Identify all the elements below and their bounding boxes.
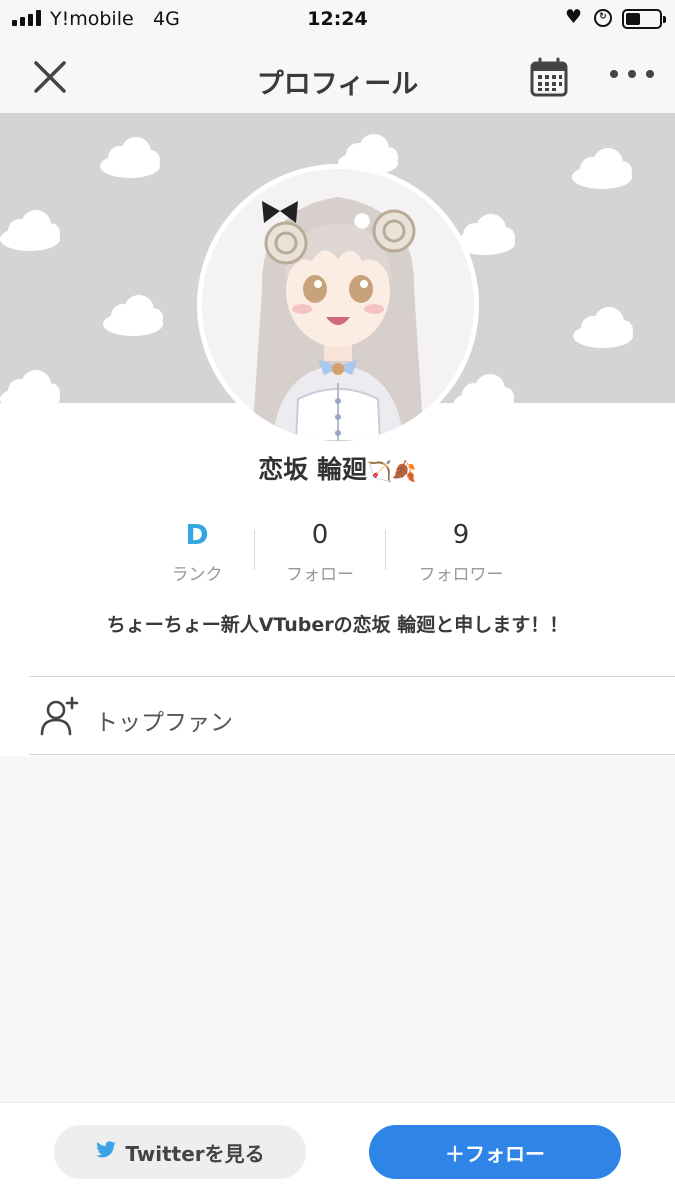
avatar[interactable] bbox=[197, 164, 479, 446]
add-user-icon bbox=[38, 696, 80, 738]
network-type: 4G bbox=[153, 8, 180, 30]
followers-stat[interactable]: 9 フォロワー bbox=[391, 518, 531, 585]
rank-value: D bbox=[185, 518, 209, 551]
avatar-illustration bbox=[202, 169, 474, 441]
status-bar: Y!mobile 4G 12:24 ♥ ↻ bbox=[0, 0, 675, 40]
twitter-icon bbox=[95, 1140, 117, 1164]
profile-name-emoji: 🏹🍂 bbox=[366, 459, 417, 483]
bottom-action-bar: Twitterを見る ＋フォロー bbox=[0, 1102, 675, 1200]
battery-icon bbox=[622, 9, 666, 29]
followers-count: 9 bbox=[452, 520, 470, 550]
profile-bio: ちょーちょー新人VTuberの恋坂 輪廻と申します！！ bbox=[106, 614, 569, 636]
follow-count: 0 bbox=[311, 520, 329, 550]
page-title: プロフィール bbox=[256, 69, 419, 100]
profile-stats: D ランク 0 フォロー 9 フォロワー bbox=[0, 518, 675, 588]
rank-stat: D ランク bbox=[127, 518, 267, 585]
follow-stat[interactable]: 0 フォロー bbox=[250, 518, 390, 585]
carrier-name: Y!mobile bbox=[50, 8, 134, 30]
nav-bar: プロフィール bbox=[0, 40, 675, 113]
top-fan-label: トップファン bbox=[95, 710, 233, 736]
signal-icon bbox=[12, 10, 41, 26]
heart-icon: ♥ bbox=[565, 6, 583, 28]
stat-divider bbox=[385, 530, 386, 570]
top-fan-row[interactable]: トップファン bbox=[0, 678, 675, 755]
profile-name-text: 恋坂 輪廻 bbox=[258, 455, 367, 484]
divider bbox=[29, 754, 675, 755]
calendar-icon[interactable] bbox=[527, 55, 571, 99]
rank-label: ランク bbox=[171, 565, 223, 585]
follow-label: フォロー bbox=[286, 565, 354, 585]
profile-name: 恋坂 輪廻🏹🍂 bbox=[0, 450, 675, 486]
more-icon[interactable] bbox=[610, 70, 654, 82]
follow-button[interactable]: ＋フォロー bbox=[369, 1125, 621, 1179]
twitter-button[interactable]: Twitterを見る bbox=[54, 1125, 306, 1179]
follow-button-label: ＋フォロー bbox=[445, 1141, 545, 1166]
followers-label: フォロワー bbox=[418, 565, 504, 585]
divider bbox=[29, 676, 675, 677]
twitter-button-label: Twitterを見る bbox=[125, 1141, 265, 1166]
rotation-lock-icon: ↻ bbox=[594, 9, 612, 27]
